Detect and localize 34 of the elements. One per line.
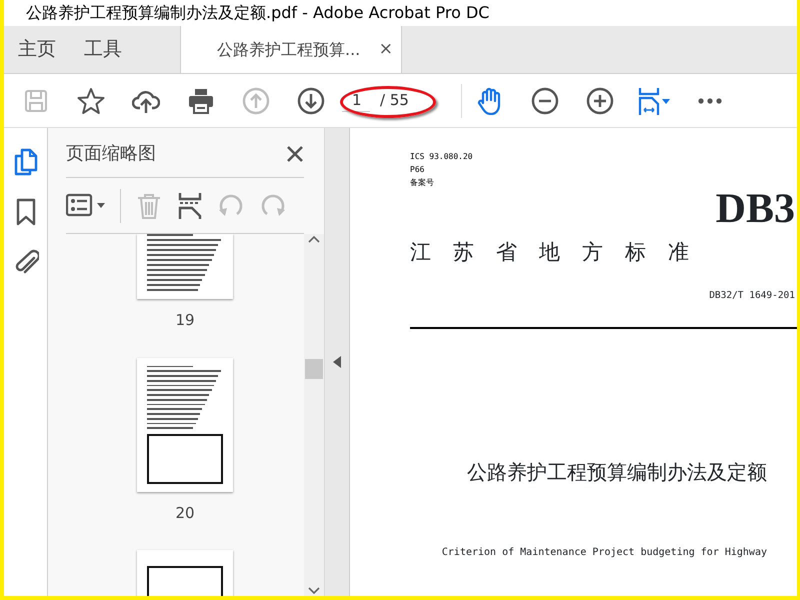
- zoom-in-button[interactable]: [586, 86, 614, 114]
- close-tab-icon[interactable]: ×: [378, 36, 393, 62]
- document-text: ICS 93.080.20: [410, 151, 474, 163]
- star-button[interactable]: [76, 86, 104, 114]
- page-thumbnail[interactable]: [137, 550, 233, 596]
- scroll-down-icon[interactable]: [307, 586, 321, 596]
- page-number-field[interactable]: 1: [342, 88, 370, 112]
- page-thumbnail[interactable]: [137, 234, 233, 299]
- document-subtitle: Criterion of Maintenance Project budgeting for Highway: [440, 546, 768, 560]
- window-title: 公路养护工程预算编制办法及定额.pdf - Adobe Acrobat Pro DC: [25, 2, 490, 24]
- page-number-label: 19: [175, 310, 195, 331]
- document-title: 公路养护工程预算编制办法及定额: [466, 458, 768, 486]
- collapse-panel-icon[interactable]: [332, 355, 342, 369]
- pages-icon[interactable]: [12, 148, 38, 176]
- document-text: 备案号: [410, 177, 435, 189]
- scroll-up-icon[interactable]: [307, 234, 321, 244]
- down-arrow-circle-button[interactable]: [296, 86, 324, 114]
- standard-code: DB32/T 1649-201: [708, 288, 796, 302]
- page-thumbnail[interactable]: [137, 358, 233, 492]
- nav-tab[interactable]: 主页: [4, 26, 70, 73]
- document-tab[interactable]: 公路养护工程预算... ×: [180, 26, 402, 73]
- standard-issuer: 江苏省地方标准: [410, 239, 712, 266]
- zoom-out-button[interactable]: [530, 86, 558, 114]
- page-number-label: 20: [175, 502, 195, 524]
- document-text: P66: [410, 164, 426, 176]
- nav-tab[interactable]: 工具: [70, 26, 136, 73]
- close-icon[interactable]: [286, 144, 304, 162]
- standard-mark: DB3: [714, 189, 796, 229]
- page-count: / 55: [380, 90, 409, 112]
- insert-page-button[interactable]: [177, 192, 203, 220]
- print-button[interactable]: [186, 86, 214, 114]
- scrollbar-thumb[interactable]: [305, 359, 323, 379]
- panel-title: 页面缩略图: [66, 142, 156, 166]
- fit-page-button[interactable]: [636, 86, 672, 114]
